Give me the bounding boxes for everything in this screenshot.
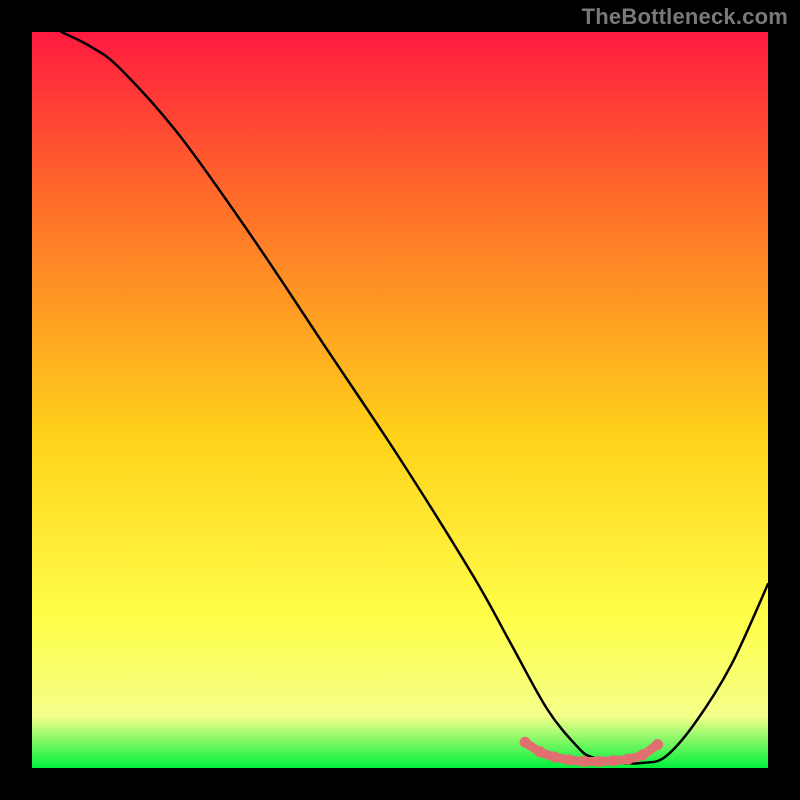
chart-frame: TheBottleneck.com [0, 0, 800, 800]
minimum-marker [652, 739, 663, 750]
minimum-marker [637, 749, 648, 760]
minimum-marker [579, 756, 590, 767]
minimum-marker [608, 755, 619, 766]
bottleneck-curve-chart [0, 0, 800, 800]
minimum-marker [549, 751, 560, 762]
plot-background [32, 32, 768, 768]
minimum-marker [564, 754, 575, 765]
watermark-text: TheBottleneck.com [582, 4, 788, 30]
minimum-marker [623, 754, 634, 765]
minimum-marker [520, 737, 531, 748]
minimum-marker [534, 746, 545, 757]
minimum-marker [593, 756, 604, 767]
